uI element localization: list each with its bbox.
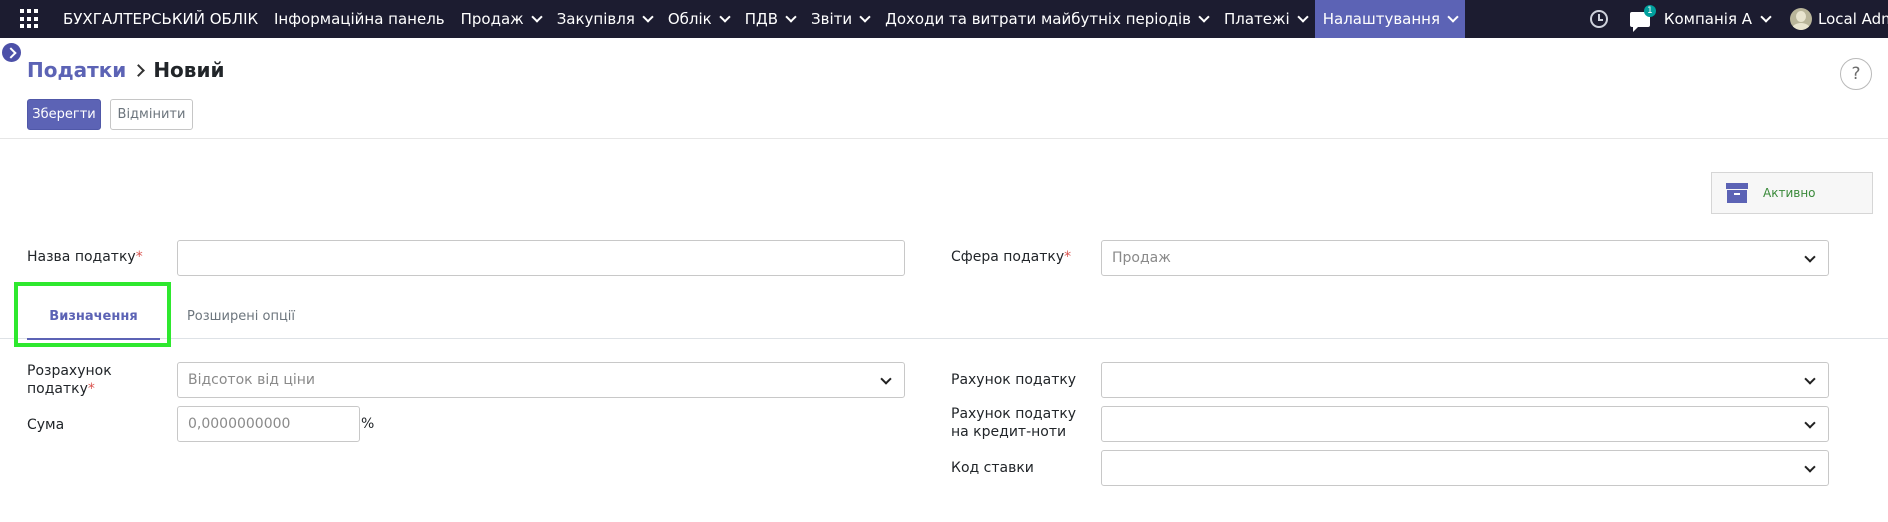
tax-account-label: Рахунок податку [951,372,1077,388]
chevron-down-icon [785,10,797,23]
tax-computation-value: Відсоток від ціни [188,372,316,388]
chevron-down-icon [719,10,731,23]
menu-item-deferred[interactable]: Доходи та витрати майбутніх періодів [877,0,1216,38]
menu-item-sales[interactable]: Продаж [453,0,549,38]
tab-advanced-options[interactable]: Розширені опції [176,294,306,339]
credit-note-account-label-line1: Рахунок податку [951,406,1077,422]
app-brand[interactable]: БУХГАЛТЕРСЬКИЙ ОБЛІК [63,0,258,38]
rate-code-select[interactable] [1101,450,1829,486]
chevron-right-icon [132,63,146,77]
active-toggle-button[interactable]: Активно [1711,172,1873,214]
tax-computation-label-line1: Розрахунок [27,363,112,379]
navbar-systray: 1 Компанія А Local Admi [1589,0,1888,38]
amount-input[interactable]: 0,0000000000 [177,406,360,442]
required-mark: * [135,249,143,265]
required-mark: * [87,381,95,397]
top-navbar: БУХГАЛТЕРСЬКИЙ ОБЛІК Інформаційна панель… [0,0,1888,38]
chevron-down-icon [1804,373,1816,385]
menu-item-label: Облік [667,10,712,28]
menu-item-payments[interactable]: Платежі [1216,0,1315,38]
menu-item-label: Закупівля [556,10,635,28]
tax-scope-label: Сфера податку* [951,248,1071,266]
menu-item-label: Налаштування [1322,10,1440,28]
breadcrumb-parent-link[interactable]: Податки [27,58,126,82]
chevron-down-icon [1198,10,1210,23]
highlight-box [14,282,171,347]
tax-scope-label-text: Сфера податку [951,249,1065,265]
menu-item-label: Продаж [460,10,524,28]
chevron-down-icon [1804,251,1816,263]
menu-item-reports[interactable]: Звіти [803,0,877,38]
help-button[interactable]: ? [1840,58,1872,90]
credit-note-account-label-line2: на кредит-ноти [951,424,1067,440]
notebook-tabs: Визначення Розширені опції [0,294,1888,340]
amount-label: Сума [27,417,65,433]
menu-item-settings[interactable]: Налаштування [1314,0,1465,38]
menu-item-dashboard[interactable]: Інформаційна панель [266,0,453,38]
sidebar-toggle-icon[interactable] [2,43,21,62]
amount-unit: % [361,416,375,432]
amount-value: 0,0000000000 [188,416,291,432]
tax-account-select[interactable] [1101,362,1829,398]
discard-button[interactable]: Відмінити [110,99,193,130]
menu-item-label: Доходи та витрати майбутніх періодів [885,10,1192,28]
apps-menu-icon[interactable] [20,9,40,29]
archive-icon [1726,183,1748,203]
tax-name-input[interactable] [177,240,905,276]
user-avatar[interactable] [1790,8,1812,30]
menu-item-label: ПДВ [744,10,779,28]
chevron-down-icon [1447,10,1459,23]
menu-item-accounting[interactable]: Облік [660,0,737,38]
tax-computation-label: Розрахунок податку* [27,362,112,398]
menu-item-label: Платежі [1224,10,1290,28]
active-label: Активно [1763,186,1816,200]
menu-item-purchases[interactable]: Закупівля [549,0,660,38]
chevron-down-icon [1804,417,1816,429]
main-menu: Інформаційна панель Продаж Закупівля Обл… [266,0,1465,38]
tax-computation-label-line2: податку [27,381,88,397]
menu-item-label: Інформаційна панель [274,10,445,28]
control-panel: Податки Новий Зберегти Відмінити ? [0,38,1888,139]
tax-scope-select[interactable]: Продаж [1101,240,1829,276]
credit-note-account-label: Рахунок податку на кредит-ноти [951,405,1076,441]
chevron-down-icon [1804,461,1816,473]
chevron-down-icon [859,10,871,23]
tax-name-label: Назва податку* [27,248,143,266]
form-sheet: Активно Назва податку* Сфера податку* Пр… [0,140,1888,522]
chevron-down-icon [880,373,892,385]
tax-name-label-text: Назва податку [27,249,136,265]
menu-item-label: Звіти [811,10,853,28]
user-menu[interactable]: Local Admi [1818,10,1888,28]
rate-code-label: Код ставки [951,460,1034,476]
tax-computation-select[interactable]: Відсоток від ціни [177,362,905,398]
chevron-down-icon [1760,10,1772,23]
save-button[interactable]: Зберегти [27,99,101,130]
menu-item-vat[interactable]: ПДВ [737,0,803,38]
chat-icon[interactable]: 1 [1629,4,1656,32]
chevron-down-icon [531,10,543,23]
messages-badge: 1 [1643,4,1656,17]
breadcrumb: Податки Новий [27,58,224,82]
chevron-down-icon [642,10,654,23]
tax-scope-value: Продаж [1112,250,1171,266]
company-switcher[interactable]: Компанія А [1663,10,1772,28]
breadcrumb-current: Новий [153,58,225,82]
company-name: Компанія А [1663,10,1752,28]
required-mark: * [1064,249,1072,265]
credit-note-account-select[interactable] [1101,406,1829,442]
chevron-down-icon [1297,10,1309,23]
clock-icon[interactable] [1589,10,1608,28]
